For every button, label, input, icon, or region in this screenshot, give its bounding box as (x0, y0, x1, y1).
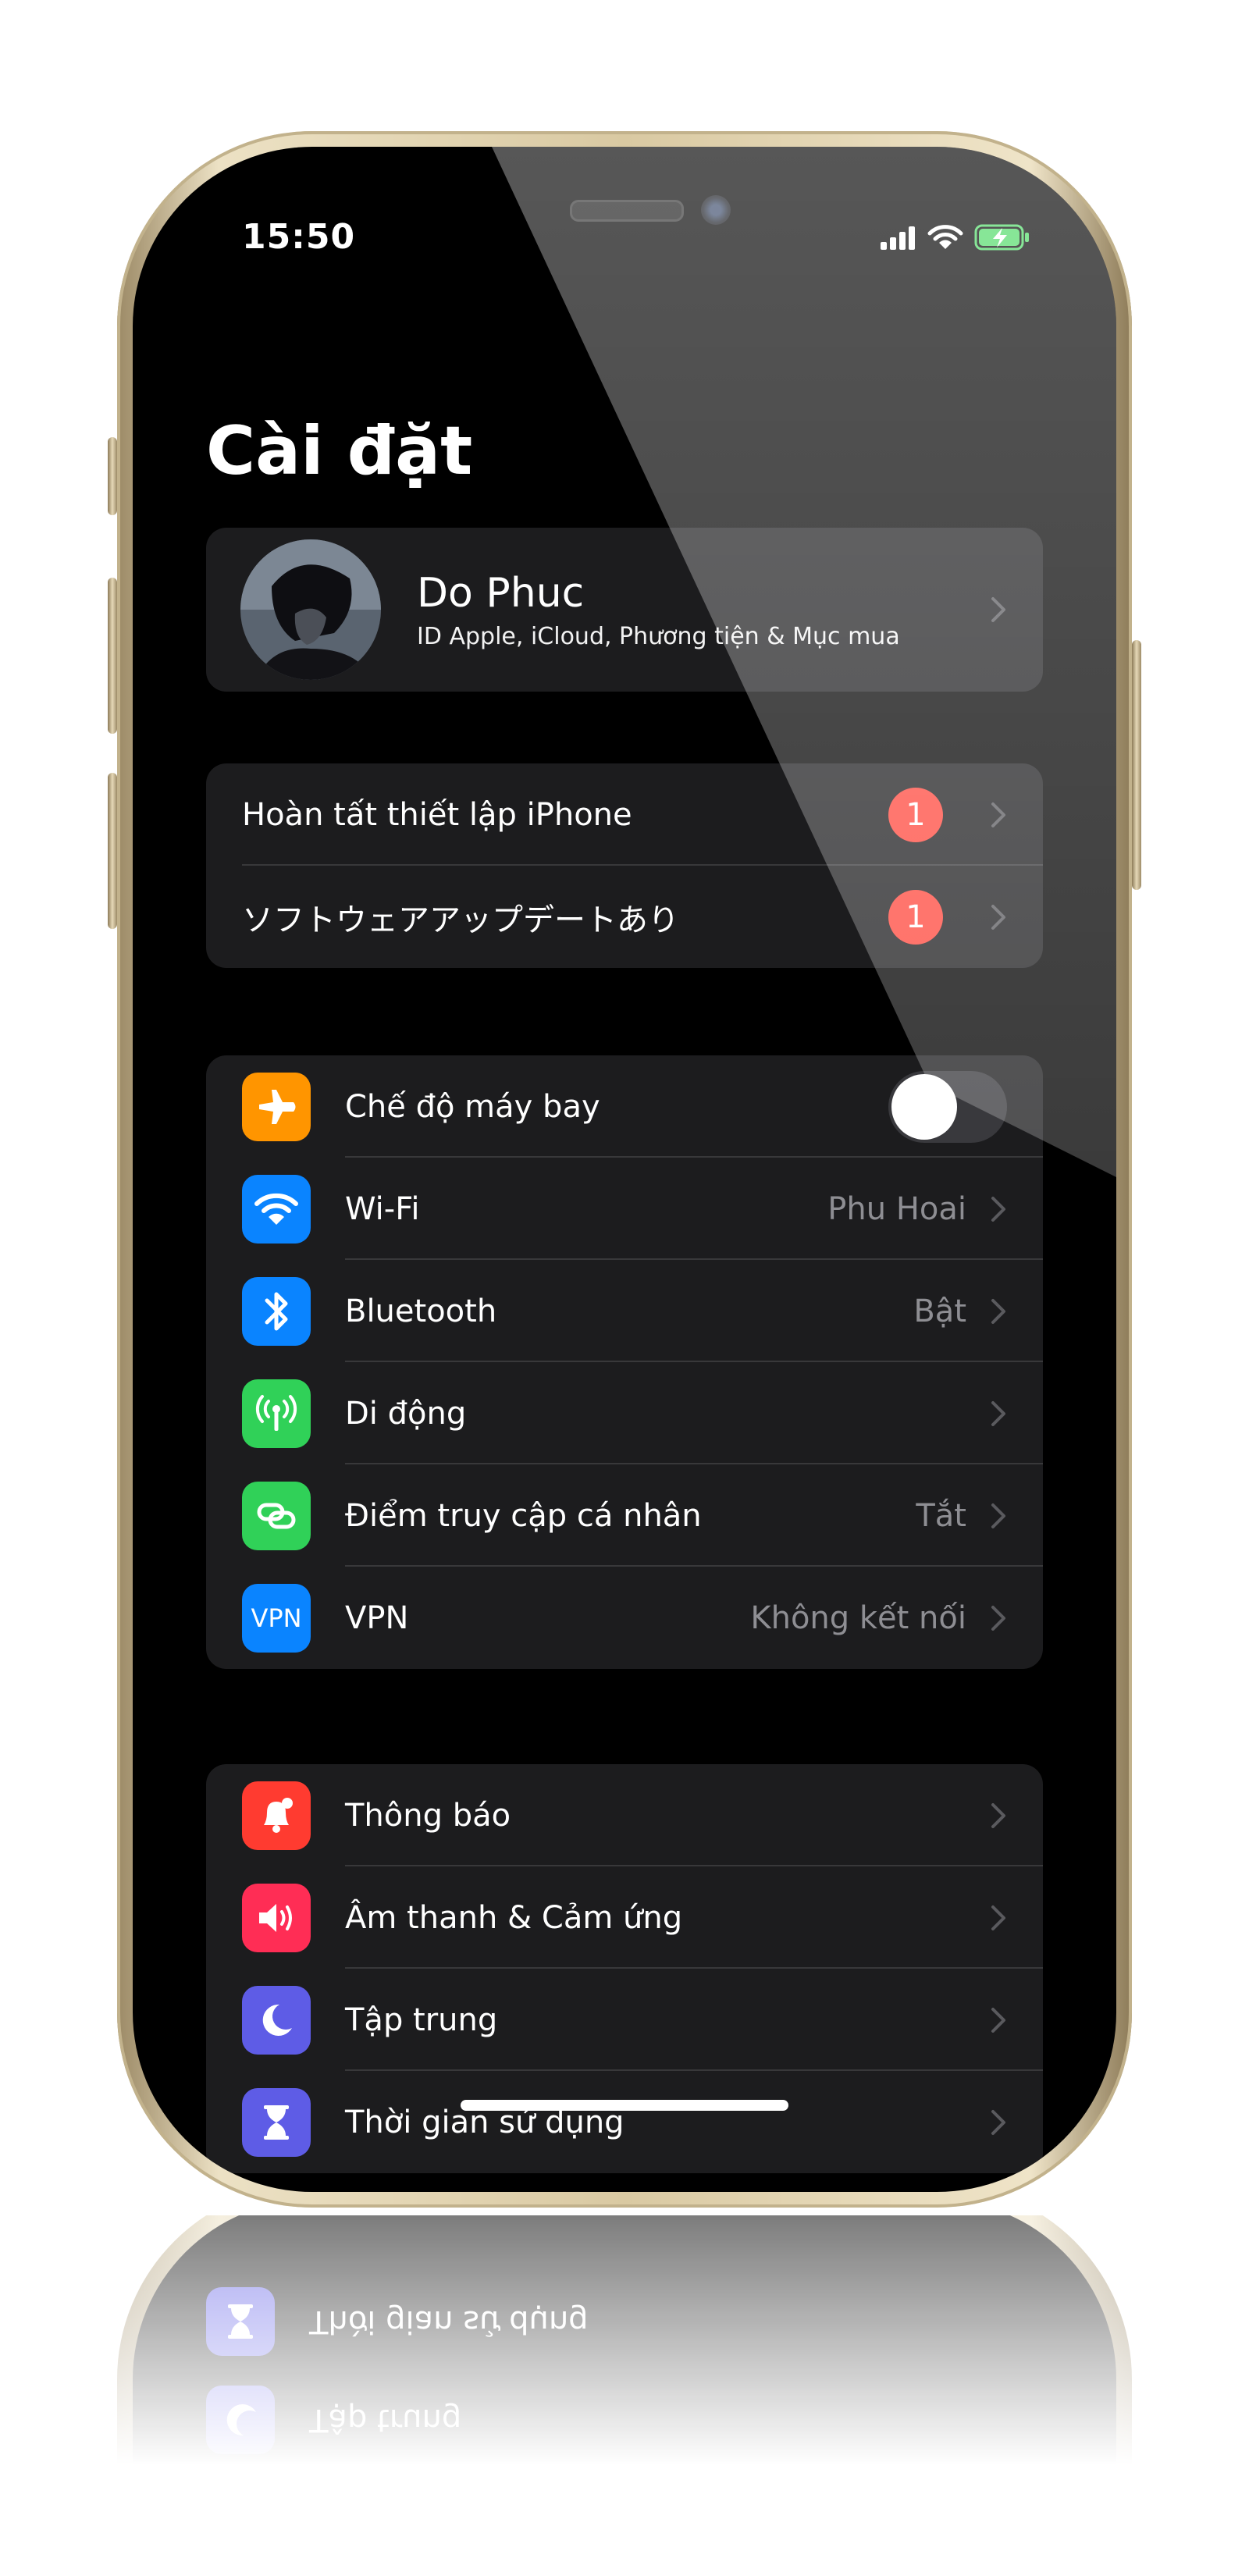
screen-time-row[interactable]: Thời gian sử dụng (206, 2071, 1043, 2173)
chevron-right-icon (990, 903, 1007, 931)
chevron-right-icon (990, 596, 1007, 624)
bluetooth-row[interactable]: Bluetooth Bật (206, 1260, 1043, 1362)
volume-up-button (108, 578, 117, 734)
reflection-screen-time-label: Thời gian sử dụng (309, 2304, 589, 2339)
profile-name: Do Phuc (417, 569, 585, 617)
wifi-label: Wi-Fi (345, 1190, 420, 1227)
moon-icon (242, 1985, 311, 2055)
home-indicator[interactable] (461, 2100, 788, 2111)
status-time: 15:50 (242, 217, 356, 257)
notification-badge: 1 (888, 889, 943, 945)
finish-setup-label: Hoàn tất thiết lập iPhone (242, 796, 632, 833)
airplane-mode-label: Chế độ máy bay (345, 1088, 600, 1125)
vpn-status-value: Không kết nối (750, 1599, 966, 1636)
wifi-row[interactable]: Wi-Fi Phu Hoai (206, 1158, 1043, 1260)
bell-icon (242, 1781, 311, 1850)
notifications-label: Thông báo (345, 1797, 511, 1834)
vpn-label: VPN (345, 1599, 409, 1636)
bluetooth-label: Bluetooth (345, 1293, 497, 1329)
earpiece-speaker (570, 200, 684, 222)
chevron-right-icon (990, 1297, 1007, 1325)
suggestions-group: Hoàn tất thiết lập iPhone 1 ソフトウェアアップデート… (206, 763, 1043, 968)
toggle-knob (891, 1073, 957, 1140)
page-title: Cài đặt (206, 412, 473, 490)
chevron-right-icon (990, 1502, 1007, 1530)
airplane-mode-toggle[interactable] (888, 1070, 1007, 1143)
vpn-row[interactable]: VPN VPN Không kết nối (206, 1567, 1043, 1669)
cellular-signal-icon (881, 226, 915, 250)
hourglass-icon (242, 2087, 311, 2157)
avatar (240, 539, 381, 680)
chevron-right-icon (990, 1400, 1007, 1428)
software-update-row[interactable]: ソフトウェアアップデートあり 1 (206, 866, 1043, 968)
side-power-button (1132, 640, 1141, 890)
speaker-icon (242, 1883, 311, 1952)
antenna-icon (242, 1379, 311, 1448)
chevron-right-icon (990, 2006, 1007, 2034)
chevron-right-icon (990, 1802, 1007, 1830)
reflection-screen-time-row: Thời gian sử dụng (206, 2287, 589, 2356)
focus-row[interactable]: Tập trung (206, 1969, 1043, 2071)
reflection-focus-row: Tập trung (206, 2386, 461, 2454)
notifications-row[interactable]: Thông báo (206, 1764, 1043, 1866)
vpn-icon: VPN (242, 1583, 311, 1653)
wifi-icon (242, 1174, 311, 1244)
chevron-right-icon (990, 801, 1007, 829)
bluetooth-icon (242, 1276, 311, 1346)
personal-hotspot-value: Tắt (916, 1497, 966, 1534)
notification-badge: 1 (888, 787, 943, 842)
battery-charging-icon (974, 224, 1029, 251)
chevron-right-icon (990, 1195, 1007, 1223)
wifi-network-value: Phu Hoai (827, 1190, 966, 1227)
volume-down-button (108, 773, 117, 929)
apple-id-profile-cell[interactable]: Do Phuc ID Apple, iCloud, Phương tiện & … (206, 528, 1043, 692)
airplane-mode-row: Chế độ máy bay (206, 1055, 1043, 1158)
status-icons (881, 222, 1030, 253)
bluetooth-state-value: Bật (913, 1293, 966, 1329)
reflection-focus-label: Tập trung (309, 2402, 462, 2438)
sounds-haptics-label: Âm thanh & Cảm ứng (345, 1899, 683, 1936)
hotspot-link-icon (242, 1481, 311, 1550)
general-group: Thông báo Âm thanh & Cảm ứng Tập trung T… (206, 1764, 1043, 2173)
finish-setup-row[interactable]: Hoàn tất thiết lập iPhone 1 (206, 763, 1043, 866)
phone-reflection: Thời gian sử dụng Tập trung (117, 2215, 1132, 2465)
hourglass-icon (206, 2287, 275, 2356)
chevron-right-icon (990, 1604, 1007, 1632)
moon-icon (206, 2386, 275, 2454)
front-camera (701, 195, 731, 225)
focus-label: Tập trung (345, 2001, 498, 2038)
phone-screen: 15:50 Cài đặt Do Phuc ID Apple, iCloud, … (133, 147, 1116, 2192)
vpn-icon-text: VPN (251, 1603, 302, 1633)
airplane-icon (242, 1072, 311, 1141)
chevron-right-icon (990, 2108, 1007, 2137)
action-button (108, 437, 117, 515)
personal-hotspot-row[interactable]: Điểm truy cập cá nhân Tắt (206, 1464, 1043, 1567)
wifi-status-icon (927, 225, 963, 249)
personal-hotspot-label: Điểm truy cập cá nhân (345, 1497, 702, 1534)
software-update-label: ソフトウェアアップデートあり (242, 902, 679, 938)
connectivity-group: Chế độ máy bay Wi-Fi Phu Hoai Bluetooth … (206, 1055, 1043, 1669)
chevron-right-icon (990, 1904, 1007, 1932)
cellular-label: Di động (345, 1395, 467, 1432)
profile-subtitle: ID Apple, iCloud, Phương tiện & Mục mua (417, 622, 900, 650)
sounds-haptics-row[interactable]: Âm thanh & Cảm ứng (206, 1866, 1043, 1969)
cellular-row[interactable]: Di động (206, 1362, 1043, 1464)
